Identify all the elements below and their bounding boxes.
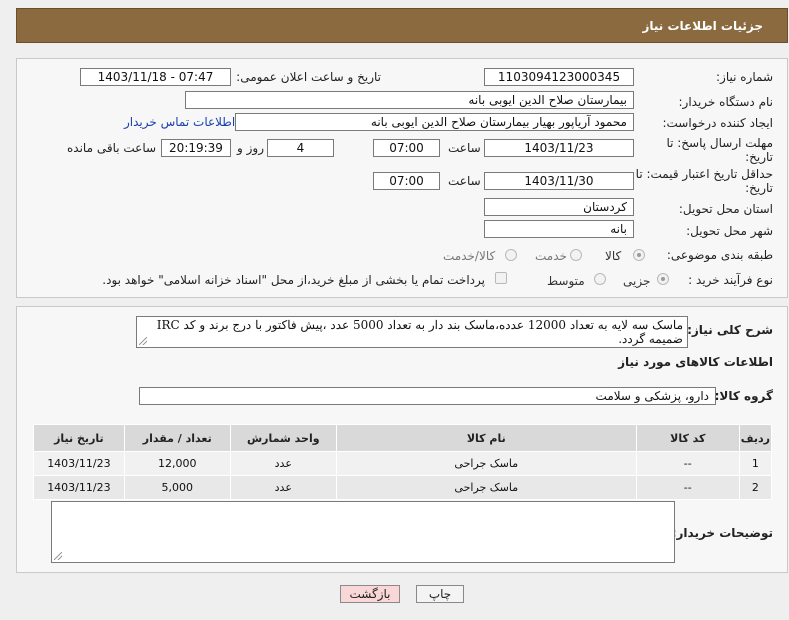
cell-row-number: 2 [738, 475, 773, 500]
deadline-label: مهلت ارسال پاسخ: تا تاریخ: [666, 136, 773, 164]
goods-table: ردیف کد کالا نام کالا واحد شمارش تعداد /… [33, 424, 773, 500]
goods-info-title: اطلاعات کالاهای مورد نیاز [618, 355, 773, 369]
resize-grip-icon[interactable] [54, 552, 62, 560]
process-radio-minor[interactable] [657, 273, 669, 285]
back-button[interactable]: بازگشت [340, 585, 400, 603]
category-option-goods: کالا [605, 249, 622, 263]
announce-label: تاریخ و ساعت اعلان عمومی: [236, 70, 381, 84]
city-field: بانه [484, 220, 634, 238]
header-goods-code: کد کالا [635, 424, 740, 452]
deadline-time-label: ساعت [448, 141, 481, 155]
buyer-org-field: بیمارستان صلاح الدین ایوبی بانه [185, 91, 634, 109]
cell-goods-code: -- [635, 475, 740, 500]
cell-quantity: 12,000 [123, 451, 231, 476]
category-option-both: کالا/خدمت [443, 249, 496, 263]
process-option-medium: متوسط [547, 274, 585, 288]
cell-need-date: 1403/11/23 [33, 451, 125, 476]
days-field: 4 [267, 139, 334, 157]
header-unit: واحد شمارش [229, 424, 337, 452]
cell-goods-name: ماسک جراحی [335, 451, 637, 476]
resize-grip-icon[interactable] [139, 337, 147, 345]
remaining-label: ساعت باقی مانده [67, 141, 157, 155]
print-button[interactable]: چاپ [416, 585, 464, 603]
cell-quantity: 5,000 [123, 475, 231, 500]
header-need-date: تاریخ نیاز [33, 424, 125, 452]
cell-goods-name: ماسک جراحی [335, 475, 637, 500]
need-number-label: شماره نیاز: [716, 70, 773, 84]
province-label: استان محل تحویل: [678, 202, 773, 216]
cell-goods-code: -- [635, 451, 740, 476]
validity-label: حداقل تاریخ اعتبار قیمت: تا تاریخ: [635, 167, 773, 195]
category-radio-goods[interactable] [633, 249, 645, 261]
creator-label: ایجاد کننده درخواست: [662, 116, 773, 130]
process-option-minor: جزیی [623, 274, 651, 288]
category-option-service: خدمت [535, 249, 567, 263]
cell-unit: عدد [229, 475, 337, 500]
page-title: جزئیات اطلاعات نیاز [642, 19, 763, 33]
buyer-org-label: نام دستگاه خریدار: [678, 95, 774, 109]
table-header-row: ردیف کد کالا نام کالا واحد شمارش تعداد /… [33, 424, 773, 452]
buyer-notes-textarea[interactable] [51, 501, 675, 563]
summary-textarea[interactable]: ماسک سه لایه به تعداد 12000 عدده،ماسک بن… [136, 316, 688, 348]
validity-time-label: ساعت [448, 174, 481, 188]
goods-group-label: گروه کالا: [714, 389, 773, 403]
need-number-field: 1103094123000345 [484, 68, 634, 86]
table-row: 1 -- ماسک جراحی عدد 12,000 1403/11/23 [33, 451, 773, 476]
deadline-time-field: 07:00 [373, 139, 440, 157]
days-label: روز و [237, 141, 264, 155]
validity-date-field: 1403/11/30 [484, 172, 634, 190]
buyer-notes-label: توضیحات خریدار: [671, 526, 773, 540]
process-radio-medium[interactable] [594, 273, 606, 285]
cell-unit: عدد [229, 451, 337, 476]
process-label: نوع فرآیند خرید : [688, 273, 773, 287]
header-row-number: ردیف [738, 424, 773, 452]
cell-row-number: 1 [738, 451, 773, 476]
summary-text: ماسک سه لایه به تعداد 12000 عدده،ماسک بن… [156, 318, 683, 346]
category-label: طبقه بندی موضوعی: [666, 248, 773, 262]
deadline-date-field: 1403/11/23 [484, 139, 634, 157]
contact-buyer-link[interactable]: اطلاعات تماس خریدار [124, 115, 235, 129]
validity-time-field: 07:00 [373, 172, 440, 190]
cell-need-date: 1403/11/23 [33, 475, 125, 500]
header-goods-name: نام کالا [335, 424, 637, 452]
treasury-payment-note: پرداخت تمام یا بخشی از مبلغ خرید،از محل … [102, 273, 485, 287]
remaining-time-field: 20:19:39 [161, 139, 231, 157]
treasury-payment-checkbox[interactable] [495, 272, 507, 284]
table-row: 2 -- ماسک جراحی عدد 5,000 1403/11/23 [33, 475, 773, 500]
announce-field: 1403/11/18 - 07:47 [80, 68, 231, 86]
category-radio-both[interactable] [505, 249, 517, 261]
page-header: جزئیات اطلاعات نیاز [16, 8, 788, 43]
province-field: کردستان [484, 198, 634, 216]
summary-label: شرح کلی نیاز: [687, 323, 773, 337]
creator-field: محمود آریاپور بهیار بیمارستان صلاح الدین… [235, 113, 634, 131]
city-label: شهر محل تحویل: [686, 224, 773, 238]
header-quantity: تعداد / مقدار [123, 424, 231, 452]
goods-group-field: دارو، پزشکی و سلامت [139, 387, 716, 405]
category-radio-service[interactable] [570, 249, 582, 261]
